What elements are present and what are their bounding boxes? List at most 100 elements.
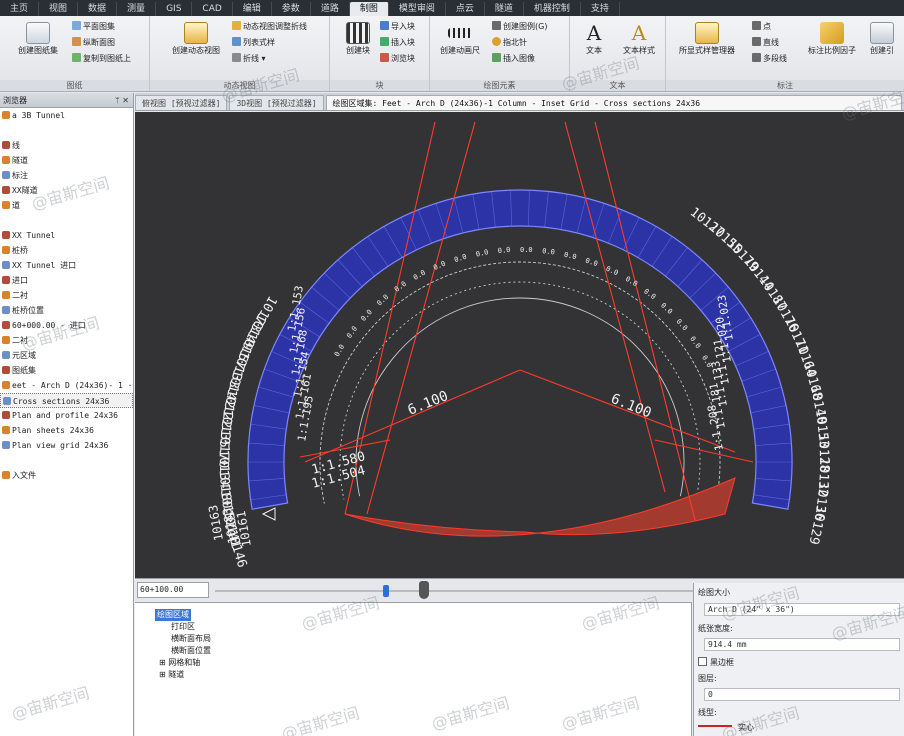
create-leader-button[interactable]: 创建引 — [862, 20, 902, 78]
tree-node-icon — [2, 366, 10, 374]
explorer-tree-item[interactable]: 图纸集 — [0, 363, 133, 378]
crown-point-label: 0.0 — [345, 325, 359, 340]
tree-node-icon — [2, 336, 10, 344]
document-tab[interactable]: 3D视图 [预视过滤器] — [229, 95, 324, 110]
explorer-tree-item[interactable]: a 3B Tunnel — [0, 108, 133, 123]
create-block-button[interactable]: 创建块 — [334, 20, 382, 78]
browse-block-button[interactable]: 浏览块 — [380, 52, 415, 65]
explorer-panel-title: 浏览器 ᛘ ✕ — [0, 93, 133, 108]
explorer-tree-item[interactable] — [0, 453, 133, 468]
explorer-tree-item[interactable]: 标注 — [0, 168, 133, 183]
station-input[interactable]: 60+100.00 — [137, 582, 209, 598]
explorer-tree-item[interactable]: 元区域 — [0, 348, 133, 363]
north-arrow-button[interactable]: 指北针 — [492, 36, 527, 49]
plan-sheets-button[interactable]: 平面图集 — [72, 20, 115, 33]
explorer-tree-item[interactable]: eet - Arch D (24x36)- 1 ··· — [0, 378, 133, 393]
create-animation-ruler-button[interactable]: 创建动画尺 — [434, 20, 486, 78]
explorer-tree-item[interactable]: 60+000.00 - 进口 — [0, 318, 133, 333]
explorer-tree-item[interactable]: XX Tunnel 进口 — [0, 258, 133, 273]
crown-point-label: 0.0 — [688, 335, 702, 350]
create-legend-button[interactable]: 创建图例(G) — [492, 20, 547, 33]
explorer-tree-item-label: 入文件 — [12, 471, 36, 480]
annotation-scale-button[interactable]: 标注比例因子 — [804, 20, 860, 78]
panel-controls[interactable]: ᛘ ✕ — [115, 93, 129, 108]
tree-item-cross-section-layout[interactable]: 横断面布局 — [171, 633, 211, 645]
paper-width-field[interactable]: 914.4 mm — [704, 638, 900, 651]
explorer-tree-item[interactable]: 线 — [0, 138, 133, 153]
explorer-tree-item[interactable]: Cross sections 24x36 — [0, 393, 133, 408]
import-block-icon — [380, 21, 389, 30]
document-tab[interactable]: 俯视图 [预视过滤器] — [135, 95, 228, 110]
drawing-viewport[interactable]: 6.100 6.100 1:1.153 1:1.156 1:1.168 1:1.154 1:… — [135, 112, 904, 578]
explorer-tree-item[interactable]: 入文件 — [0, 468, 133, 483]
create-dynamic-view-button[interactable]: 创建动态视图 — [168, 20, 224, 78]
paper-size-field[interactable]: Arch D (24" x 36") — [704, 603, 900, 616]
tree-node-icon — [2, 126, 10, 134]
ribbon-tab[interactable]: 参数 — [272, 2, 311, 16]
ribbon-tab[interactable]: 视图 — [39, 2, 79, 16]
polyline-annotation-button[interactable]: 多段线 — [752, 52, 787, 65]
import-block-button[interactable]: 导入块 — [380, 20, 415, 33]
layer-field[interactable]: 0 — [704, 688, 900, 701]
invert-segment — [344, 477, 736, 537]
ribbon-tab[interactable]: 机器控制 — [524, 2, 581, 16]
border-checkbox[interactable] — [698, 657, 707, 666]
document-tab[interactable]: 绘图区域集: Feet - Arch D (24x36)-1 Column - … — [325, 95, 902, 110]
tunnel-cross-section-drawing[interactable]: 6.100 6.1001:1.1531:1.1561:1.1681:1.1541:… — [135, 112, 904, 578]
explorer-tree-item[interactable]: 桩桥位置 — [0, 303, 133, 318]
dynamic-view-polyline-button[interactable]: 动态视图调整折线 — [232, 20, 307, 33]
ribbon-tab[interactable]: CAD — [192, 2, 233, 16]
linetype-row[interactable]: 实心 — [698, 722, 900, 733]
ribbon-tab[interactable]: 隧道 — [485, 2, 524, 16]
explorer-tree-item[interactable]: 隧道 — [0, 153, 133, 168]
explorer-tree-item[interactable]: 二衬 — [0, 333, 133, 348]
browse-block-icon — [380, 53, 389, 62]
polyline-dropdown[interactable]: 折线 ▾ — [232, 52, 266, 65]
ribbon-tab[interactable]: 道路 — [311, 2, 350, 16]
ribbon-tab[interactable]: 编辑 — [233, 2, 272, 16]
ribbon-tab[interactable]: 支持 — [581, 2, 620, 16]
tree-item-print-area[interactable]: 打印区 — [171, 621, 195, 633]
explorer-tree-item[interactable]: XX隧道 — [0, 183, 133, 198]
explorer-tree-item[interactable]: 桩桥 — [0, 243, 133, 258]
explorer-tree-item[interactable]: 道 — [0, 198, 133, 213]
station-slider-thumb[interactable] — [383, 585, 389, 597]
ribbon-tab[interactable]: GIS — [156, 2, 193, 16]
insert-block-button[interactable]: 插入块 — [380, 36, 415, 49]
line-annotation-button[interactable]: 直线 — [752, 36, 779, 49]
explorer-tree-item[interactable] — [0, 123, 133, 138]
ribbon-tab[interactable]: 测量 — [117, 2, 157, 16]
tree-node-icon — [2, 216, 10, 224]
properties-header: 绘图大小 — [698, 588, 730, 597]
ribbon-tab[interactable]: 数据 — [78, 2, 118, 16]
ribbon-tab[interactable]: 模型审阅 — [389, 2, 446, 16]
explorer-tree-item[interactable]: XX Tunnel — [0, 228, 133, 243]
explorer-tree-item[interactable] — [0, 213, 133, 228]
explorer-tree-item[interactable]: Plan and profile 24x36 — [0, 408, 133, 423]
station-label: 10129 — [805, 504, 828, 545]
crown-point-label: 0.0 — [475, 248, 489, 258]
ribbon-tab[interactable]: 点云 — [446, 2, 485, 16]
style-manager-button[interactable]: 所显式样管理器 — [670, 20, 744, 78]
text-button[interactable]: A 文本 — [572, 20, 616, 78]
point-annotation-button[interactable]: 点 — [752, 20, 771, 33]
explorer-tree-item[interactable]: Plan view grid 24x36 — [0, 438, 133, 453]
explorer-tree-item[interactable]: 进口 — [0, 273, 133, 288]
copy-to-sheet-button[interactable]: 复制到图纸上 — [72, 52, 131, 65]
tree-item-drawing-area[interactable]: 绘图区域 — [155, 609, 191, 621]
station-slider-knob[interactable] — [419, 581, 429, 599]
create-sheet-set-button[interactable]: 创建图纸集 — [14, 20, 62, 78]
border-checkbox-row[interactable]: 黑边框 — [698, 657, 900, 668]
ribbon-tab[interactable]: 制图 — [349, 2, 389, 16]
sheet-set-icon — [26, 22, 50, 44]
explorer-tree-item[interactable]: Plan sheets 24x36 — [0, 423, 133, 438]
text-style-button[interactable]: A 文本样式 — [616, 20, 662, 78]
profile-sheets-button[interactable]: 纵断面图 — [72, 36, 115, 49]
tree-item-grid-axes[interactable]: ⊞ 网格和轴 — [159, 657, 200, 669]
tree-item-tunnel[interactable]: ⊞ 隧道 — [159, 669, 184, 681]
explorer-tree-item[interactable]: 二衬 — [0, 288, 133, 303]
tree-item-cross-section-position[interactable]: 横断面位置 — [171, 645, 211, 657]
insert-image-button[interactable]: 插入图像 — [492, 52, 535, 65]
ribbon-tab[interactable]: 主页 — [0, 2, 40, 16]
list-style-button[interactable]: 列表式样 — [232, 36, 275, 49]
